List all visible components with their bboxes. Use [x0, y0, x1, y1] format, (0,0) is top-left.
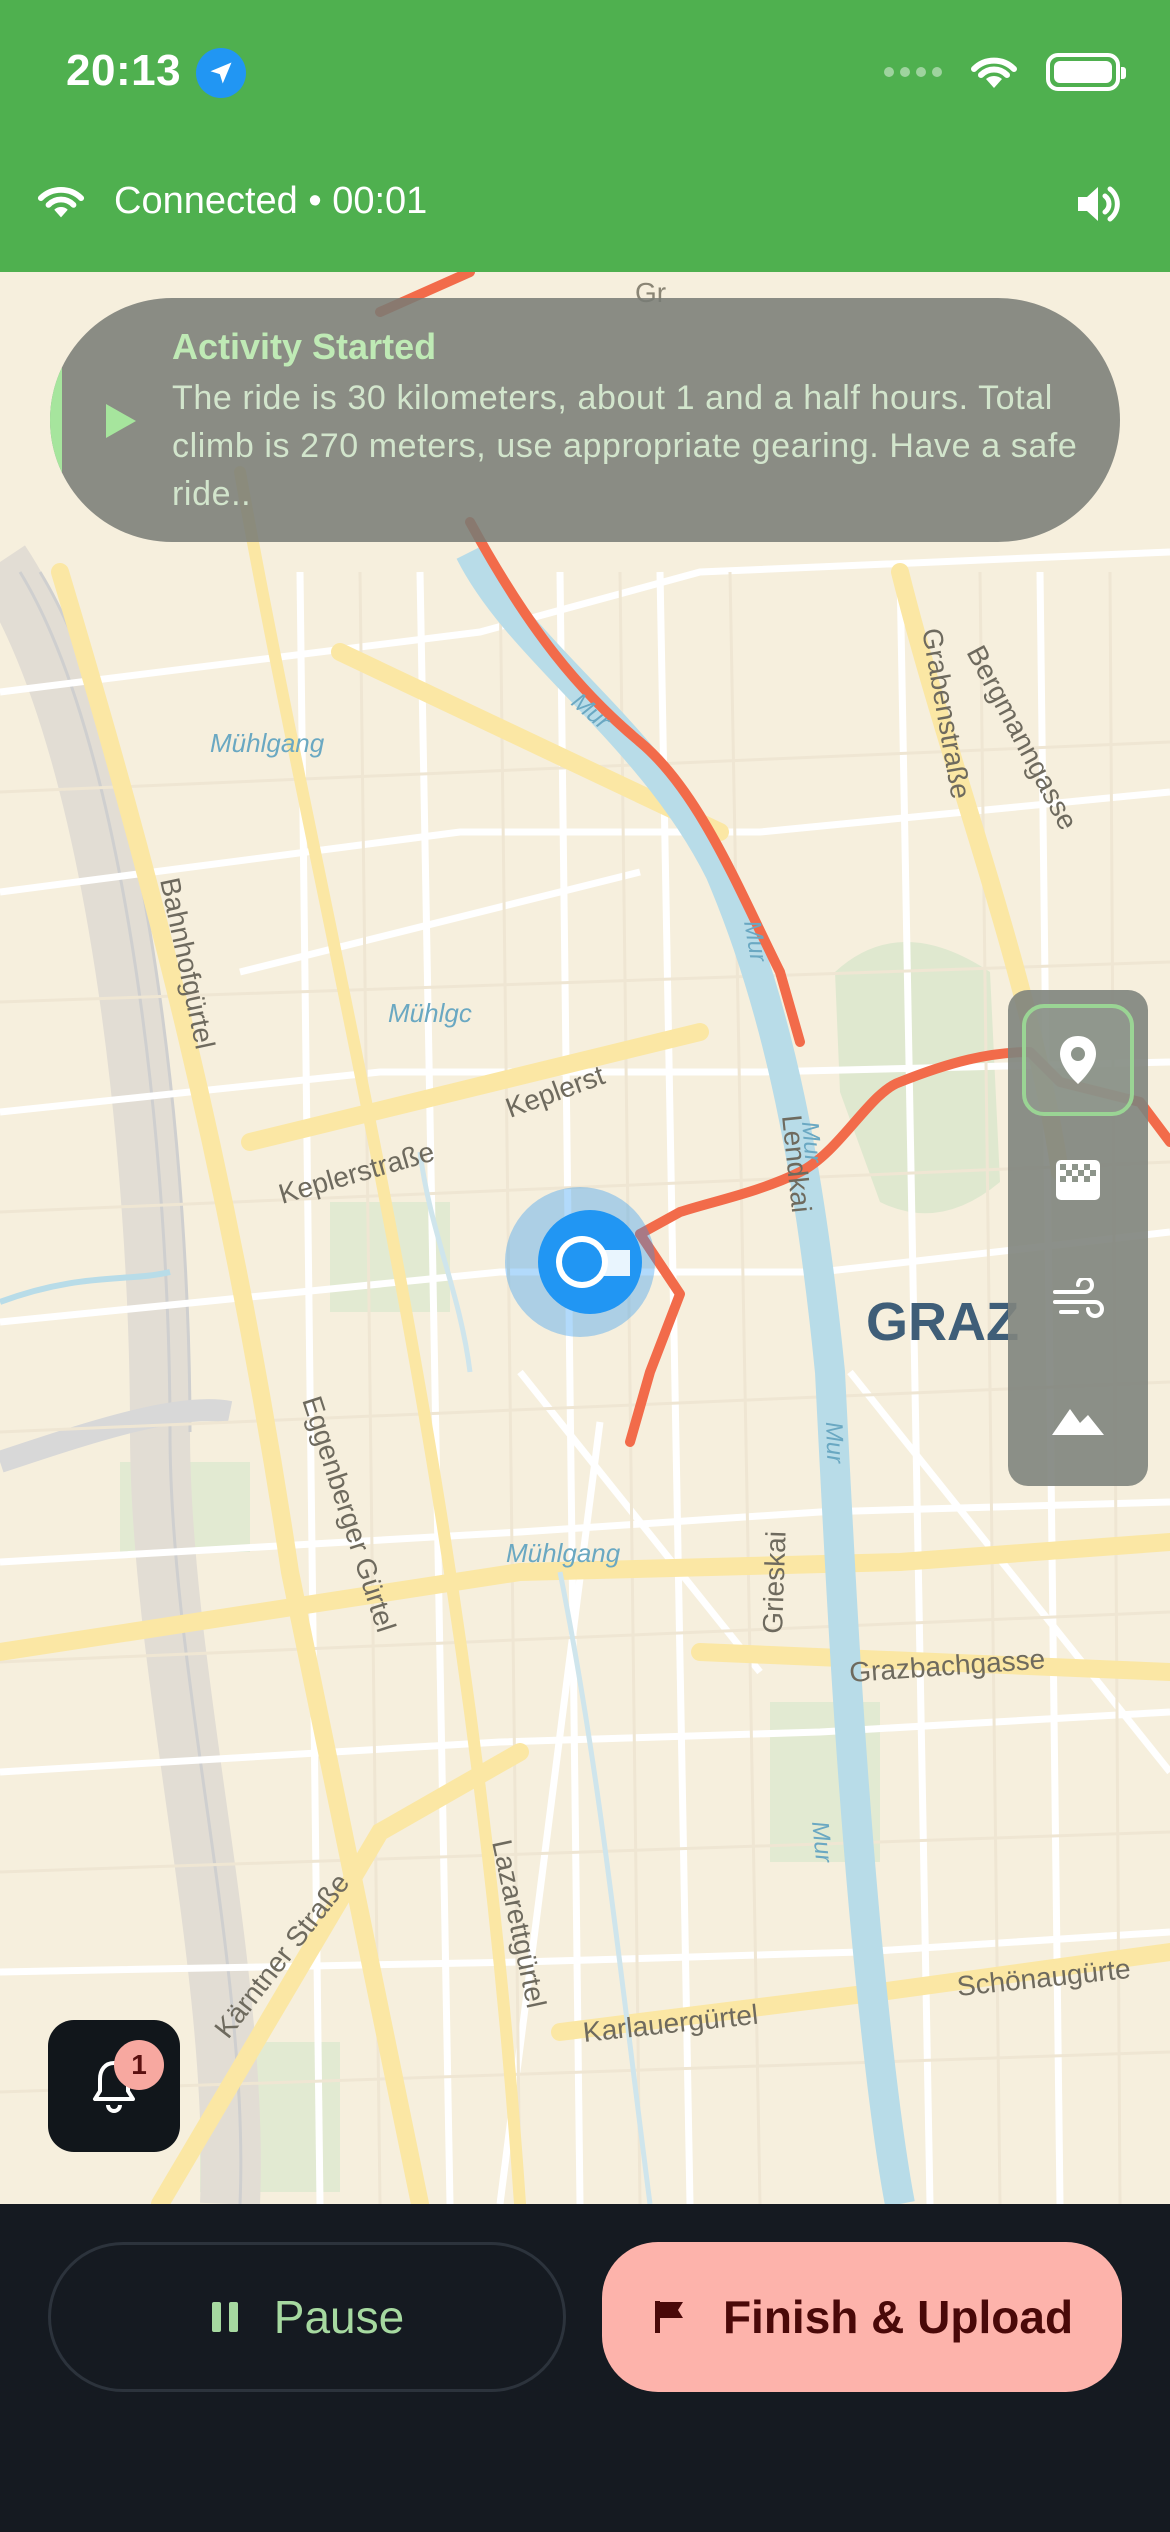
map-view[interactable]: Gr Mühlgang Mühlgc Mühlgang Bahnhofgürte…: [0, 272, 1170, 2204]
checkerboard-icon: [1056, 1160, 1100, 1200]
notification-count-badge: 1: [114, 2040, 164, 2090]
flag-icon: [654, 2301, 683, 2333]
label-grazbachgasse: Grazbachgasse: [848, 1643, 1046, 1688]
rail-corridor: [0, 545, 261, 2204]
wifi-connected-icon: [37, 186, 85, 217]
layer-button-location[interactable]: [1022, 1004, 1134, 1116]
play-icon: [106, 404, 136, 438]
label-schonaugurtel: Schönaugürte: [955, 1953, 1132, 2002]
label-mur-4: Mur: [820, 1421, 848, 1464]
mountain-icon: [1052, 1409, 1104, 1435]
pause-button[interactable]: Pause: [48, 2242, 566, 2392]
notification-title: Activity Started: [172, 326, 437, 367]
app-screen: 20:13 Connected • 00:01 Gr Mühlgang Mühl…: [0, 0, 1170, 2532]
banner-accent-bar: [50, 358, 62, 478]
layer-button-elevation[interactable]: [1022, 1364, 1134, 1476]
notifications-button[interactable]: 1: [48, 2020, 180, 2152]
finish-label: Finish & Upload: [722, 2291, 1074, 2343]
location-arrow-icon: [196, 48, 246, 98]
status-indicators: [884, 52, 1126, 92]
activity-notification-banner[interactable]: Activity Started The ride is 30 kilomete…: [50, 298, 1120, 542]
location-dot: [562, 1242, 602, 1282]
layer-button-wind[interactable]: [1022, 1244, 1134, 1356]
connection-status: Connected • 00:01: [114, 180, 428, 222]
top-bar: 20:13 Connected • 00:01: [0, 0, 1170, 272]
speaker-icon: [1078, 186, 1120, 222]
wifi-status-icon: [971, 57, 1017, 88]
label-muhlgang-2: Mühlgc: [388, 998, 472, 1028]
label-karlauergurtel: Karlauergürtel: [581, 1999, 759, 2048]
heading-indicator: [604, 1250, 630, 1276]
status-time: 20:13: [66, 46, 182, 95]
label-grieskai: Grieskai: [757, 1530, 792, 1634]
label-keplerstrasse: Keplerstraße: [275, 1136, 438, 1210]
connection-row: Connected • 00:01: [36, 180, 427, 223]
cellular-signal-icon: [884, 67, 942, 77]
wind-icon: [1053, 1278, 1104, 1318]
map-pin-icon: [1060, 1036, 1096, 1084]
pause-label: Pause: [273, 2291, 405, 2343]
map-canvas[interactable]: Gr Mühlgang Mühlgc Mühlgang Bahnhofgürte…: [0, 272, 1170, 2204]
label-graz: GRAZ: [866, 1292, 1019, 1352]
rail-yard: [0, 1399, 233, 1473]
label-muhlgang: Mühlgang: [210, 728, 325, 758]
bottom-action-bar: Pause Finish & Upload: [0, 2204, 1170, 2532]
volume-button[interactable]: [1074, 182, 1122, 231]
battery-icon: [1046, 53, 1126, 91]
map-layer-controls: [1008, 990, 1148, 1486]
pause-icon: [211, 2302, 238, 2332]
label-muhlgang-3: Mühlgang: [506, 1538, 621, 1568]
notification-body: The ride is 30 kilometers, about 1 and a…: [172, 379, 1078, 513]
layer-button-surface[interactable]: [1022, 1124, 1134, 1236]
finish-upload-button[interactable]: Finish & Upload: [602, 2242, 1122, 2392]
label-mur-5: Mur: [806, 1820, 837, 1865]
